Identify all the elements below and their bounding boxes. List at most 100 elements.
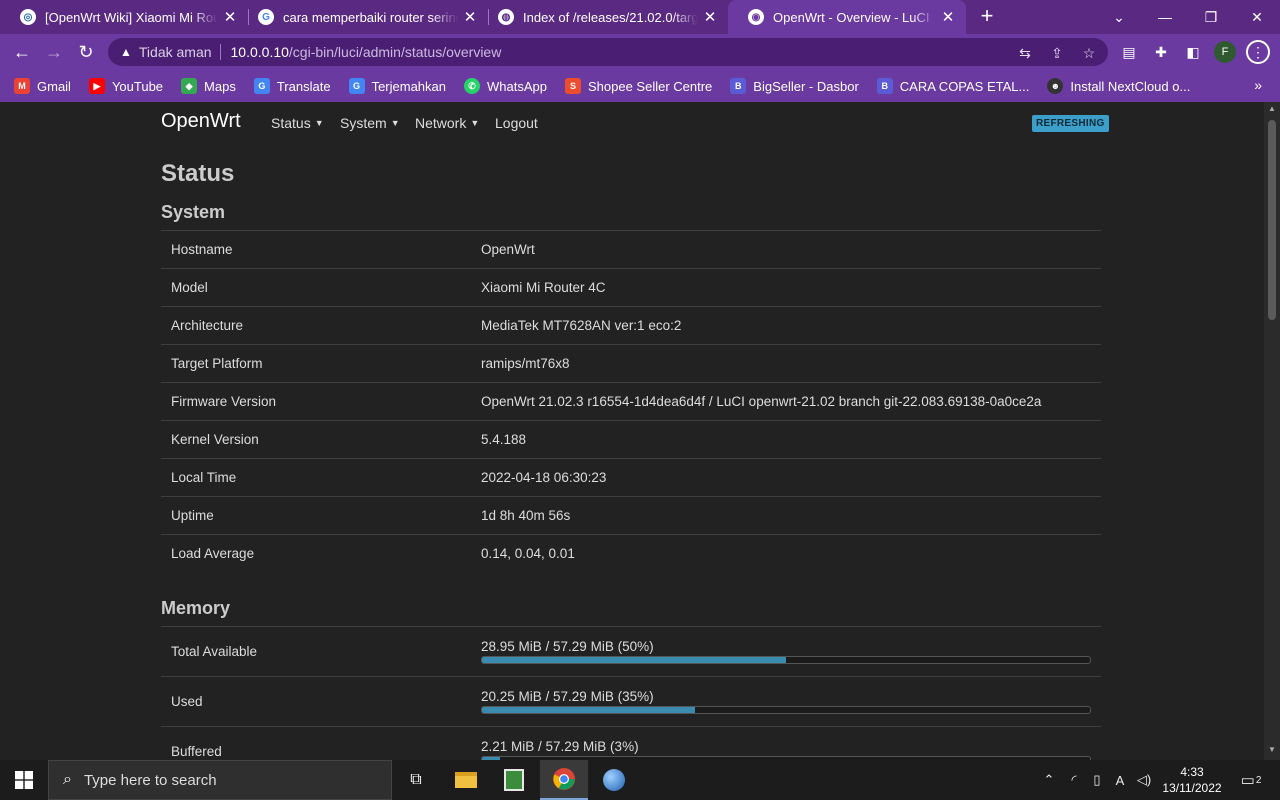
windows-taskbar: ⌕ Type here to search ⧉ ⌃ ◜ ▯ A ◁) 4:33 … (0, 760, 1280, 800)
row-value: 28.95 MiB / 57.29 MiB (50%) (481, 639, 654, 654)
menu-status[interactable]: Status ▼ (271, 115, 324, 131)
memory-table: Total Available 28.95 MiB / 57.29 MiB (5… (161, 626, 1101, 760)
table-row: Buffered 2.21 MiB / 57.29 MiB (3%) (161, 726, 1101, 760)
reload-button[interactable]: ↻ (74, 40, 98, 64)
warning-icon[interactable]: ▲ (120, 45, 132, 59)
progress-fill (482, 707, 695, 713)
bigseller-icon: B (876, 78, 893, 94)
bookmark-label: CARA COPAS ETAL... (899, 78, 1030, 94)
close-tab-icon[interactable]: ✕ (698, 8, 722, 26)
browser-tab-active[interactable]: ◉ OpenWrt - Overview - LuCI ✕ (728, 0, 966, 34)
file-explorer-icon[interactable] (442, 760, 490, 800)
row-value: ramips/mt76x8 (481, 356, 570, 371)
clock-date: 13/11/2022 (1162, 781, 1222, 795)
printer-icon[interactable]: ▤ (1118, 41, 1140, 63)
scroll-down-icon[interactable]: ▼ (1267, 745, 1277, 754)
page-viewport: OpenWrt Status ▼ System ▼ Network ▼ Logout … (0, 102, 1264, 760)
page-title: Status (161, 160, 235, 187)
maps-icon: ◆ (181, 78, 198, 94)
address-bar[interactable]: ▲ Tidak aman 10.0.0.10/cgi-bin/luci/admi… (108, 38, 1108, 66)
wifi-icon[interactable]: ◜ (1062, 760, 1086, 800)
security-label[interactable]: Tidak aman (139, 44, 212, 60)
refresh-status-badge[interactable]: REFRESHING (1032, 115, 1109, 132)
row-key: Hostname (171, 242, 233, 257)
luci-brand[interactable]: OpenWrt (161, 110, 241, 133)
browser-tab-strip: ◎ [OpenWrt Wiki] Xiaomi Mi Router 4C ✕ G… (0, 0, 1280, 34)
side-panel-icon[interactable]: ◧ (1182, 41, 1204, 63)
task-view-icon[interactable]: ⧉ (392, 760, 440, 800)
restore-button[interactable]: ❐ (1188, 0, 1234, 34)
url-host: 10.0.0.10 (230, 44, 289, 60)
spreadsheet-app-icon[interactable] (490, 760, 538, 800)
clock-time: 4:33 (1180, 765, 1204, 779)
page-scrollbar[interactable]: ▲ ▼ (1264, 102, 1280, 760)
bookmark-shopee[interactable]: S Shopee Seller Centre (564, 78, 712, 94)
menu-system[interactable]: System ▼ (340, 115, 400, 131)
scroll-up-icon[interactable]: ▲ (1267, 104, 1277, 113)
row-value: 1d 8h 40m 56s (481, 508, 571, 523)
menu-network[interactable]: Network ▼ (415, 115, 479, 131)
menu-label: Status (271, 115, 311, 131)
table-row: Hostname OpenWrt (161, 230, 1101, 268)
scrollbar-thumb[interactable] (1268, 120, 1276, 320)
row-key: Uptime (171, 508, 214, 523)
bookmark-translate[interactable]: G Translate (253, 78, 331, 94)
tab-search-icon[interactable]: ⌄ (1096, 0, 1142, 34)
caret-down-icon: ▼ (314, 118, 324, 128)
browser-tab[interactable]: ◍ Index of /releases/21.02.0/targets/ram… (478, 0, 728, 34)
row-key: Target Platform (171, 356, 263, 371)
taskbar-clock[interactable]: 4:33 13/11/2022 (1158, 764, 1226, 796)
menu-label: System (340, 115, 387, 131)
minimize-button[interactable]: — (1142, 0, 1188, 34)
row-key: Model (171, 280, 208, 295)
bookmark-whatsapp[interactable]: ✆ WhatsApp (464, 78, 547, 94)
chrome-taskbar-icon[interactable] (540, 760, 588, 800)
row-value: OpenWrt (481, 242, 535, 257)
youtube-icon: ▶ (88, 78, 105, 94)
taskbar-search-box[interactable]: ⌕ Type here to search (48, 760, 392, 800)
tray-overflow-icon[interactable]: ⌃ (1038, 760, 1060, 800)
bookmark-label: Install NextCloud o... (1070, 78, 1191, 94)
row-key: Architecture (171, 318, 244, 333)
translate-page-icon[interactable]: ⇆ (1014, 42, 1036, 64)
table-row: Firmware Version OpenWrt 21.02.3 r16554-1… (161, 382, 1101, 420)
browser-toolbar: ← → ↻ ▲ Tidak aman 10.0.0.10/cgi-bin/luc… (0, 34, 1280, 70)
translate-icon: G (253, 78, 270, 94)
extensions-icon[interactable]: ✚ (1150, 41, 1172, 63)
section-heading-memory: Memory (161, 598, 231, 618)
profile-avatar[interactable]: F (1214, 41, 1236, 63)
tab-title: OpenWrt - Overview - LuCI (773, 9, 930, 25)
bookmark-maps[interactable]: ◆ Maps (181, 78, 236, 94)
notification-count: 2 (1255, 774, 1262, 786)
bookmark-cara-copas[interactable]: B CARA COPAS ETAL... (876, 78, 1030, 94)
bookmark-youtube[interactable]: ▶ YouTube (88, 78, 163, 94)
close-window-button[interactable]: ✕ (1234, 0, 1280, 34)
row-key: Used (171, 694, 203, 709)
bookmark-nextcloud[interactable]: ☻ Install NextCloud o... (1047, 78, 1190, 94)
earth-app-icon[interactable] (590, 760, 638, 800)
section-heading-system: System (161, 202, 226, 222)
bookmark-gmail[interactable]: M Gmail (14, 78, 71, 94)
share-icon[interactable]: ⇪ (1046, 42, 1068, 64)
close-tab-icon[interactable]: ✕ (936, 8, 960, 26)
menu-kebab-icon[interactable]: ⋮ (1246, 40, 1270, 64)
bookmarks-bar: M Gmail ▶ YouTube ◆ Maps G Translate G Terjem… (0, 70, 1280, 102)
menu-logout[interactable]: Logout (495, 115, 538, 131)
bookmarks-overflow-icon[interactable]: » (1254, 77, 1262, 93)
bookmark-bigseller[interactable]: B BigSeller - Dasbor (730, 78, 859, 94)
notification-center-icon[interactable]: ▭ 2 (1234, 760, 1268, 800)
browser-tab[interactable]: G cara memperbaiki router sering hang ✕ (238, 0, 488, 34)
forward-button[interactable]: → (42, 40, 66, 64)
windows-start-button[interactable] (0, 760, 48, 800)
table-row: Architecture MediaTek MT7628AN ver:1 eco:… (161, 306, 1101, 344)
new-tab-button[interactable]: + (976, 5, 998, 27)
network-icon[interactable]: ▯ (1086, 760, 1108, 800)
shopee-icon: S (564, 78, 581, 94)
bookmark-terjemahkan[interactable]: G Terjemahkan (348, 78, 446, 94)
volume-icon[interactable]: ◁) (1132, 760, 1156, 800)
browser-tab[interactable]: ◎ [OpenWrt Wiki] Xiaomi Mi Router 4C ✕ (0, 0, 248, 34)
input-language-icon[interactable]: A (1108, 760, 1132, 800)
bookmark-star-icon[interactable]: ☆ (1078, 42, 1100, 64)
back-button[interactable]: ← (10, 40, 34, 64)
row-key: Load Average (171, 546, 255, 561)
